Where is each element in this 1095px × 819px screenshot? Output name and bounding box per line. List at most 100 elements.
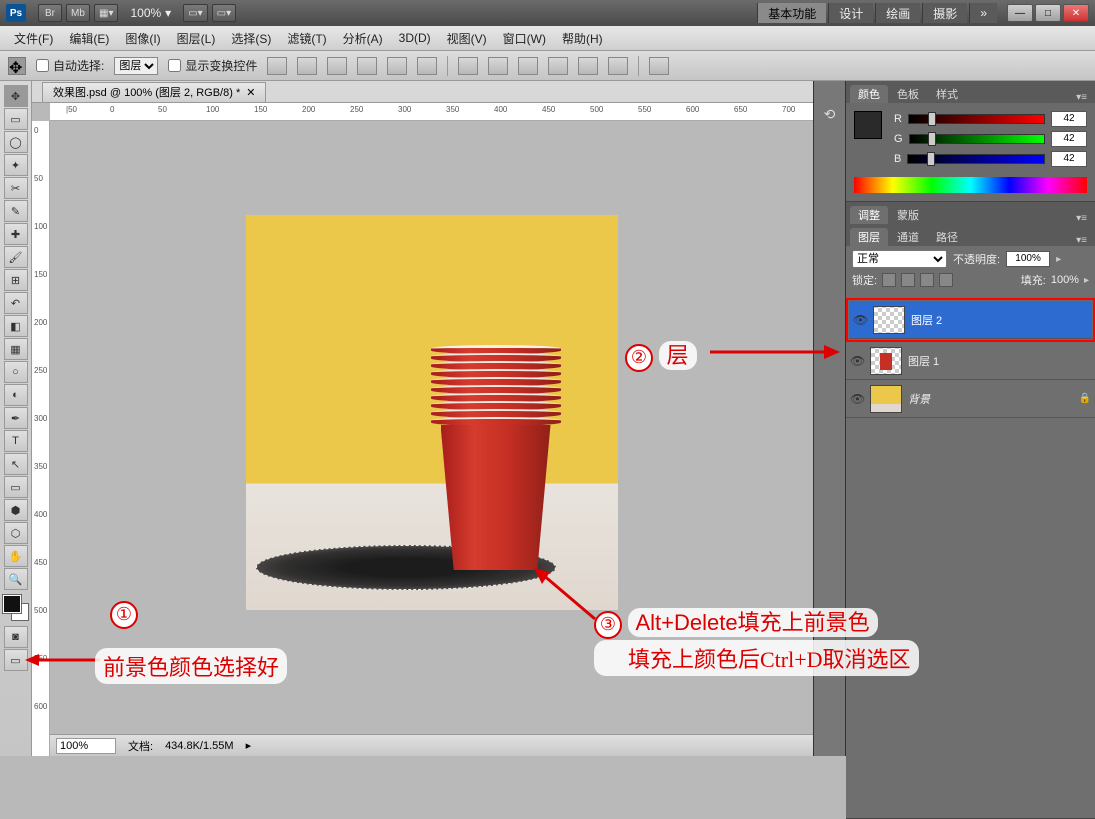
spectrum-bar[interactable] xyxy=(854,177,1087,193)
eyedropper-tool[interactable]: ✎ xyxy=(4,200,28,222)
zoom-input[interactable] xyxy=(56,738,116,754)
marquee-tool[interactable]: ▭ xyxy=(4,108,28,130)
layer-name[interactable]: 图层 1 xyxy=(908,353,1091,369)
quickmask-tool[interactable]: ◙ xyxy=(4,626,28,648)
close-tab-icon[interactable]: ✕ xyxy=(246,86,255,99)
visibility-icon[interactable]: 👁 xyxy=(850,392,864,406)
panel-menu-icon[interactable]: ▾≡ xyxy=(1072,92,1091,103)
tab-layers[interactable]: 图层 xyxy=(850,228,888,246)
opacity-value[interactable]: 100% xyxy=(1006,251,1050,267)
menu-file[interactable]: 文件(F) xyxy=(6,30,61,47)
document-tab[interactable]: 效果图.psd @ 100% (图层 2, RGB/8) *✕ xyxy=(42,82,266,102)
show-transform-checkbox[interactable]: 显示变换控件 xyxy=(168,57,257,74)
layer-name[interactable]: 背景 xyxy=(908,391,1073,407)
tab-styles[interactable]: 样式 xyxy=(928,85,966,103)
brush-tool[interactable]: 🖌 xyxy=(4,246,28,268)
screen-mode-btn[interactable]: ▭▾ xyxy=(212,4,236,22)
distribute-icon-2[interactable] xyxy=(488,57,508,75)
workspace-more[interactable]: » xyxy=(969,3,997,23)
visibility-icon[interactable]: 👁 xyxy=(850,354,864,368)
layer-item-1[interactable]: 👁 图层 1 xyxy=(846,342,1095,380)
layer-item-bg[interactable]: 👁 背景 🔒 xyxy=(846,380,1095,418)
color-swatch-big[interactable] xyxy=(854,111,882,139)
auto-align-icon[interactable] xyxy=(649,57,669,75)
menu-image[interactable]: 图像(I) xyxy=(117,30,168,47)
lock-all-icon[interactable] xyxy=(939,273,953,287)
distribute-icon-6[interactable] xyxy=(608,57,628,75)
g-value[interactable]: 42 xyxy=(1051,131,1087,147)
menu-edit[interactable]: 编辑(E) xyxy=(61,30,117,47)
distribute-icon-1[interactable] xyxy=(458,57,478,75)
lock-position-icon[interactable] xyxy=(920,273,934,287)
align-icon-3[interactable] xyxy=(327,57,347,75)
menu-analysis[interactable]: 分析(A) xyxy=(335,30,391,47)
menu-help[interactable]: 帮助(H) xyxy=(554,30,611,47)
shape-tool[interactable]: ▭ xyxy=(4,476,28,498)
menu-select[interactable]: 选择(S) xyxy=(223,30,279,47)
healing-tool[interactable]: ✚ xyxy=(4,223,28,245)
lock-transparency-icon[interactable] xyxy=(882,273,896,287)
align-icon-6[interactable] xyxy=(417,57,437,75)
panel-menu-icon[interactable]: ▾≡ xyxy=(1072,213,1091,224)
tab-swatches[interactable]: 色板 xyxy=(889,85,927,103)
distribute-icon-5[interactable] xyxy=(578,57,598,75)
workspace-photo[interactable]: 摄影 xyxy=(922,3,967,23)
fill-value[interactable]: 100% xyxy=(1051,274,1079,286)
crop-tool[interactable]: ✂ xyxy=(4,177,28,199)
distribute-icon-3[interactable] xyxy=(518,57,538,75)
eraser-tool[interactable]: ◧ xyxy=(4,315,28,337)
dodge-tool[interactable]: ◐ xyxy=(4,384,28,406)
wand-tool[interactable]: ✦ xyxy=(4,154,28,176)
layer-name[interactable]: 图层 2 xyxy=(911,312,1088,328)
type-tool[interactable]: T xyxy=(4,430,28,452)
menu-window[interactable]: 窗口(W) xyxy=(495,30,554,47)
workspace-design[interactable]: 设计 xyxy=(828,3,873,23)
path-tool[interactable]: ↖ xyxy=(4,453,28,475)
bridge-btn[interactable]: Br xyxy=(38,4,62,22)
close-btn[interactable]: ✕ xyxy=(1063,4,1089,22)
foreground-color[interactable] xyxy=(3,595,21,613)
move-tool[interactable]: ✥ xyxy=(4,85,28,107)
auto-select-target[interactable]: 图层 xyxy=(114,57,158,75)
tab-color[interactable]: 颜色 xyxy=(850,85,888,103)
zoom-tool[interactable]: 🔍 xyxy=(4,568,28,590)
history-brush-tool[interactable]: ↶ xyxy=(4,292,28,314)
maximize-btn[interactable]: □ xyxy=(1035,4,1061,22)
visibility-icon[interactable]: 👁 xyxy=(853,313,867,327)
tab-paths[interactable]: 路径 xyxy=(928,228,966,246)
mini-bridge-btn[interactable]: Mb xyxy=(66,4,90,22)
gradient-tool[interactable]: ▦ xyxy=(4,338,28,360)
status-arrow-icon[interactable]: ▸ xyxy=(246,739,252,752)
b-value[interactable]: 42 xyxy=(1051,151,1087,167)
workspace-paint[interactable]: 绘画 xyxy=(875,3,920,23)
menu-filter[interactable]: 滤镜(T) xyxy=(279,30,334,47)
align-icon-2[interactable] xyxy=(297,57,317,75)
layer-item-2[interactable]: 👁 图层 2 xyxy=(849,301,1092,339)
align-icon-4[interactable] xyxy=(357,57,377,75)
3d-camera-tool[interactable]: ⬡ xyxy=(4,522,28,544)
menu-view[interactable]: 视图(V) xyxy=(439,30,495,47)
panel-menu-icon[interactable]: ▾≡ xyxy=(1072,235,1091,246)
lasso-tool[interactable]: ◯ xyxy=(4,131,28,153)
3d-tool[interactable]: ⬢ xyxy=(4,499,28,521)
lock-pixels-icon[interactable] xyxy=(901,273,915,287)
tab-channels[interactable]: 通道 xyxy=(889,228,927,246)
view-extras-btn[interactable]: ▦▾ xyxy=(94,4,118,22)
menu-layer[interactable]: 图层(L) xyxy=(169,30,224,47)
distribute-icon-4[interactable] xyxy=(548,57,568,75)
color-swatch[interactable] xyxy=(3,595,29,621)
pen-tool[interactable]: ✒ xyxy=(4,407,28,429)
auto-select-checkbox[interactable]: 自动选择: xyxy=(36,57,104,74)
tab-adjustments[interactable]: 调整 xyxy=(850,206,888,224)
layer-thumb[interactable] xyxy=(870,385,902,413)
menu-3d[interactable]: 3D(D) xyxy=(391,31,439,45)
minimize-btn[interactable]: — xyxy=(1007,4,1033,22)
layer-thumb[interactable] xyxy=(873,306,905,334)
r-value[interactable]: 42 xyxy=(1051,111,1087,127)
blur-tool[interactable]: ○ xyxy=(4,361,28,383)
blend-mode-select[interactable]: 正常 xyxy=(852,250,947,268)
history-dock-icon[interactable]: ⟲ xyxy=(820,105,840,123)
tab-masks[interactable]: 蒙版 xyxy=(889,206,927,224)
align-icon-5[interactable] xyxy=(387,57,407,75)
stamp-tool[interactable]: ⊞ xyxy=(4,269,28,291)
